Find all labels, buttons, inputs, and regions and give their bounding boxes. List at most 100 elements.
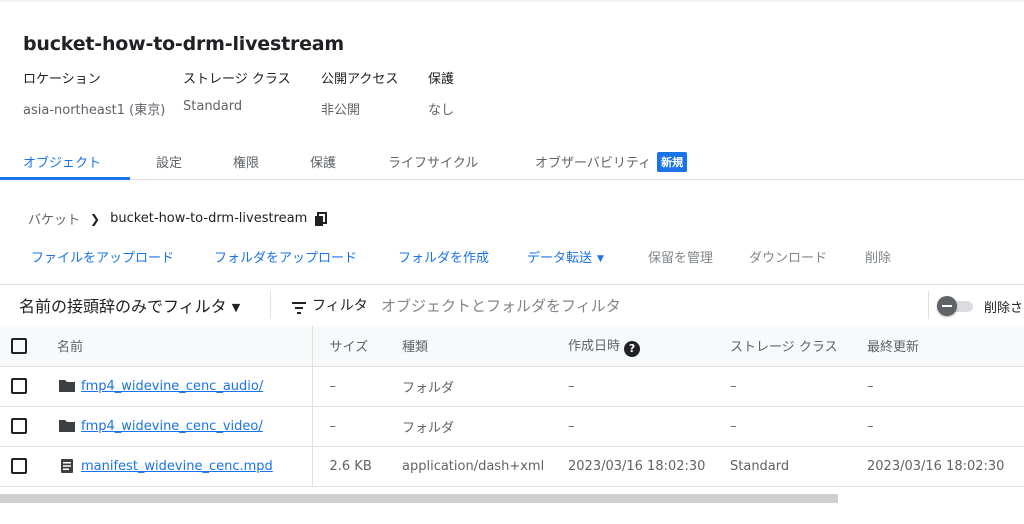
row-created: – — [568, 366, 730, 407]
toggle-knob — [937, 296, 957, 316]
filter-divider — [270, 291, 271, 319]
caret-down-icon: ▼ — [597, 254, 604, 264]
objects-table: 名前 サイズ 種類 作成日時? ストレージ クラス 最終更新 fmp4_wide… — [0, 326, 1024, 487]
meta-public-access-value: 非公開 — [321, 103, 361, 118]
meta-location-value: asia-northeast1 (東京) — [23, 103, 166, 118]
active-tab-indicator — [0, 177, 130, 180]
caret-down-icon: ▼ — [231, 301, 241, 314]
meta-protection-label: 保護 — [428, 72, 455, 87]
tab-settings[interactable]: 設定 — [156, 152, 182, 171]
file-icon — [61, 459, 73, 473]
folder-icon — [59, 420, 75, 432]
meta-location-label: ロケーション — [23, 72, 101, 87]
column-storage-class[interactable]: ストレージ クラス — [730, 326, 867, 367]
horizontal-scrollbar[interactable] — [0, 494, 838, 503]
meta-protection: 保護 なし — [428, 68, 454, 118]
prefix-filter-label: 名前の接頭辞のみでフィルタ — [19, 297, 227, 316]
select-all-checkbox[interactable] — [11, 337, 27, 354]
filter-bar: 名前の接頭辞のみでフィルタ ▼ フィルタ 削除さ — [0, 284, 1024, 326]
object-filter-input[interactable] — [381, 294, 911, 318]
download-button[interactable]: ダウンロード — [749, 247, 827, 266]
table-row: fmp4_widevine_cenc_audio/ – フォルダ – – – — [0, 366, 1024, 407]
filter-icon — [292, 299, 306, 314]
row-name-cell: fmp4_widevine_cenc_video/ — [44, 406, 313, 447]
tab-protection[interactable]: 保護 — [310, 152, 336, 171]
row-name-cell: manifest_widevine_cenc.mpd — [44, 446, 313, 487]
object-link[interactable]: manifest_widevine_cenc.mpd — [81, 459, 273, 474]
column-updated[interactable]: 最終更新 — [867, 326, 1024, 367]
bucket-title: bucket-how-to-drm-livestream — [23, 33, 345, 55]
column-created-label: 作成日時 — [568, 338, 621, 354]
chevron-right-icon: ❯ — [90, 211, 101, 226]
row-name-cell: fmp4_widevine_cenc_audio/ — [44, 366, 313, 407]
row-size: 2.6 KB — [312, 446, 402, 487]
transfer-data-label: データ転送 — [527, 251, 593, 266]
row-type: フォルダ — [402, 366, 568, 407]
row-storage-class: – — [730, 366, 867, 407]
upload-files-button[interactable]: ファイルをアップロード — [31, 247, 174, 266]
copy-icon[interactable] — [314, 211, 328, 226]
row-storage-class: – — [730, 406, 867, 447]
column-created[interactable]: 作成日時? — [568, 326, 730, 367]
row-size: – — [312, 366, 402, 407]
tab-observability[interactable]: オブザーバビリティ 新規 — [535, 152, 688, 172]
help-icon[interactable]: ? — [624, 340, 641, 357]
row-checkbox[interactable] — [11, 418, 27, 434]
tab-permissions[interactable]: 権限 — [233, 152, 259, 171]
column-type[interactable]: 種類 — [402, 326, 568, 367]
filter-label: フィルタ — [312, 298, 368, 314]
row-select-cell — [0, 406, 44, 447]
folder-icon — [59, 380, 75, 392]
row-updated: – — [867, 366, 1024, 407]
transfer-data-button[interactable]: データ転送 ▼ — [527, 247, 604, 266]
create-folder-button[interactable]: フォルダを作成 — [398, 247, 489, 266]
meta-public-access: 公開アクセス 非公開 — [321, 68, 398, 118]
column-name[interactable]: 名前 — [44, 326, 313, 367]
meta-protection-value: なし — [428, 103, 455, 118]
row-name: fmp4_widevine_cenc_audio/ — [44, 379, 311, 394]
bucket-tabs: オブジェクト 設定 権限 保護 ライフサイクル オブザーバビリティ 新規 — [0, 140, 1024, 180]
object-link[interactable]: fmp4_widevine_cenc_video/ — [81, 419, 263, 434]
table-row: fmp4_widevine_cenc_video/ – フォルダ – – – — [0, 406, 1024, 447]
meta-public-access-label: 公開アクセス — [321, 72, 399, 87]
row-updated: 2023/03/16 18:02:30 — [867, 446, 1024, 487]
row-updated: – — [867, 406, 1024, 447]
show-deleted-toggle[interactable] — [937, 296, 975, 316]
row-created: 2023/03/16 18:02:30 — [568, 446, 730, 487]
prefix-filter-dropdown[interactable]: 名前の接頭辞のみでフィルタ ▼ — [19, 293, 240, 317]
column-name-label: 名前 — [57, 340, 84, 356]
row-checkbox[interactable] — [11, 458, 27, 474]
meta-location: ロケーション asia-northeast1 (東京) — [23, 68, 165, 118]
toggle-divider — [928, 291, 929, 319]
meta-storage-class-label: ストレージ クラス — [183, 72, 291, 87]
upload-folder-button[interactable]: フォルダをアップロード — [214, 247, 357, 266]
row-size: – — [312, 406, 402, 447]
show-deleted-label: 削除さ — [984, 301, 1024, 316]
row-type: application/dash+xml — [402, 446, 568, 487]
row-type: フォルダ — [402, 406, 568, 447]
row-name: manifest_widevine_cenc.mpd — [44, 459, 311, 474]
row-name: fmp4_widevine_cenc_video/ — [44, 419, 311, 434]
top-divider — [0, 0, 1024, 2]
column-size[interactable]: サイズ — [312, 326, 402, 367]
breadcrumb-current: bucket-how-to-drm-livestream — [110, 211, 308, 226]
breadcrumb: バケット ❯ bucket-how-to-drm-livestream — [28, 209, 328, 228]
tab-objects[interactable]: オブジェクト — [23, 152, 101, 171]
tab-observability-label: オブザーバビリティ — [535, 156, 652, 171]
meta-storage-class-value: Standard — [183, 99, 243, 114]
delete-button[interactable]: 削除 — [865, 247, 891, 266]
meta-storage-class: ストレージ クラス Standard — [183, 68, 291, 114]
object-link[interactable]: fmp4_widevine_cenc_audio/ — [81, 379, 263, 394]
table-row: manifest_widevine_cenc.mpd 2.6 KB applic… — [0, 446, 1024, 487]
manage-holds-button[interactable]: 保留を管理 — [648, 247, 713, 266]
row-created: – — [568, 406, 730, 447]
row-select-cell — [0, 446, 44, 487]
breadcrumb-root[interactable]: バケット — [28, 209, 80, 228]
row-storage-class: Standard — [730, 446, 867, 487]
table-header-row: 名前 サイズ 種類 作成日時? ストレージ クラス 最終更新 — [0, 326, 1024, 367]
row-select-cell — [0, 366, 44, 407]
select-all-cell — [0, 326, 44, 367]
action-toolbar: ファイルをアップロード フォルダをアップロード フォルダを作成 データ転送 ▼ 保… — [0, 247, 1024, 267]
row-checkbox[interactable] — [11, 378, 27, 394]
tab-lifecycle[interactable]: ライフサイクル — [388, 152, 478, 171]
